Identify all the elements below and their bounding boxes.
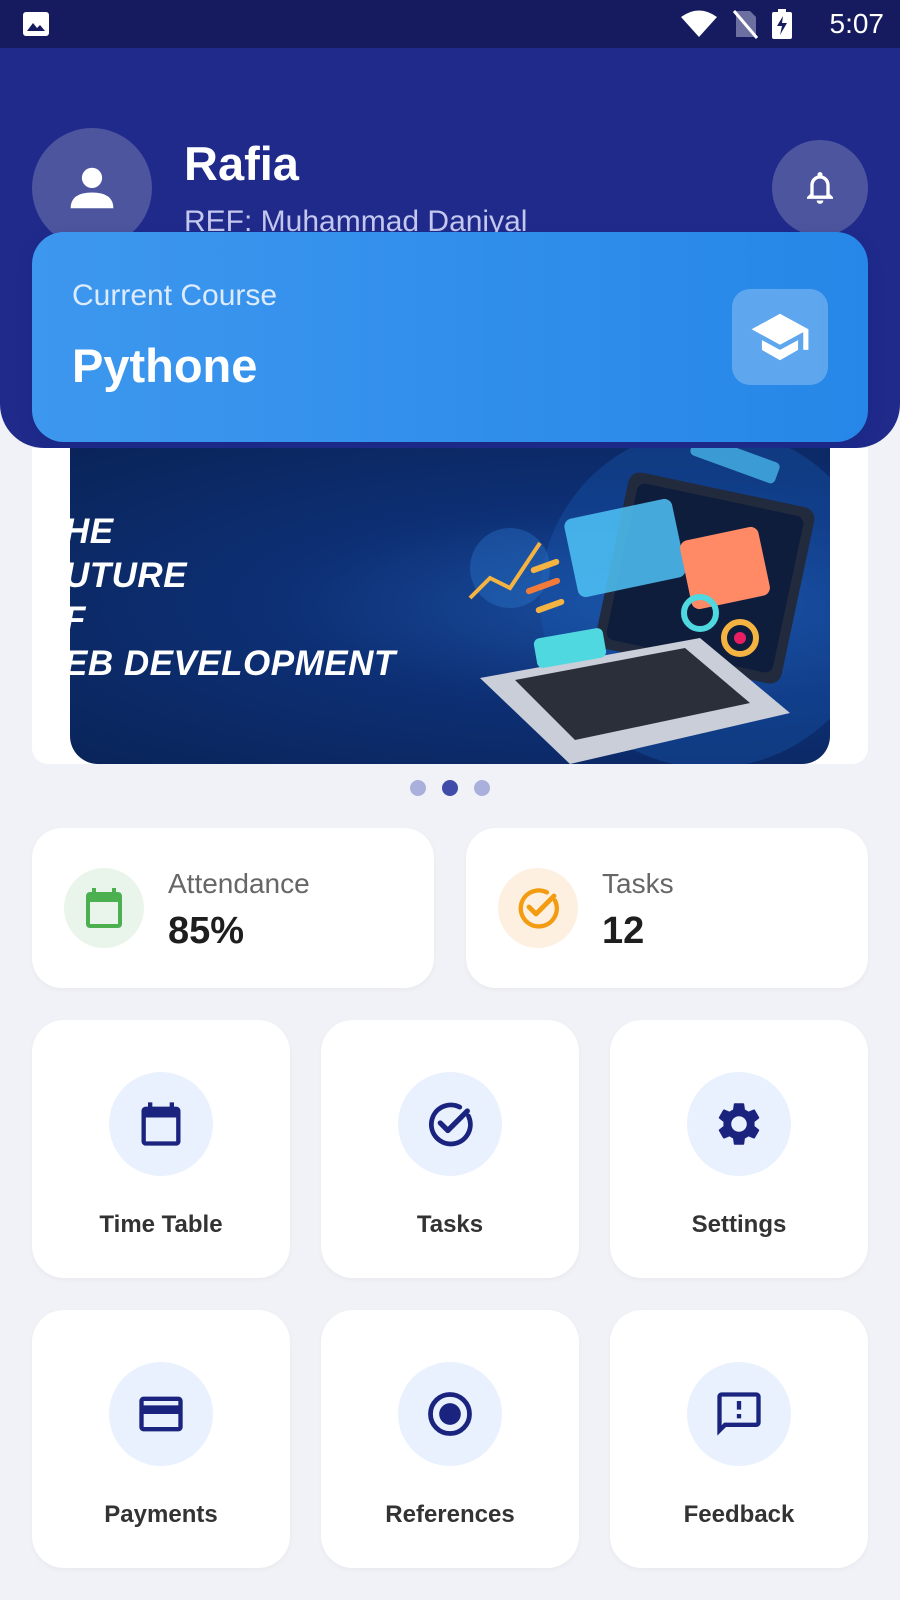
attendance-card[interactable]: Attendance 85% <box>32 828 434 988</box>
notifications-button[interactable] <box>772 140 868 236</box>
payments-tile[interactable]: Payments <box>32 1310 290 1568</box>
feedback-tile[interactable]: Feedback <box>610 1310 868 1568</box>
no-sim-icon <box>732 10 758 39</box>
tile-label: Time Table <box>99 1211 223 1238</box>
wifi-icon <box>681 10 717 37</box>
current-course-card[interactable]: Current Course Pythone <box>32 232 868 442</box>
carousel-dot-1[interactable] <box>410 780 426 796</box>
tile-label: Payments <box>104 1501 218 1528</box>
carousel-dot-2[interactable] <box>442 780 458 796</box>
time-table-tile[interactable]: Time Table <box>32 1020 290 1278</box>
feedback-icon <box>717 1392 761 1436</box>
attendance-label: Attendance <box>168 868 310 899</box>
feedback-icon-circle <box>687 1362 791 1466</box>
tasks-stat-card[interactable]: Tasks 12 <box>466 828 868 988</box>
tile-label: References <box>385 1501 515 1528</box>
user-name: Rafia <box>184 137 299 190</box>
carousel-indicator <box>0 780 900 796</box>
tile-label: Tasks <box>416 1211 484 1238</box>
carousel-dot-3[interactable] <box>474 780 490 796</box>
battery-charging-icon <box>772 9 792 39</box>
person-icon <box>70 167 114 209</box>
time-table-icon-circle <box>109 1072 213 1176</box>
tasks-icon-circle <box>398 1072 502 1176</box>
tile-label: Feedback <box>683 1501 795 1528</box>
course-name: Pythone <box>72 339 258 392</box>
course-icon-box <box>732 289 828 385</box>
attendance-value: 85% <box>168 910 245 952</box>
tile-label: Settings <box>691 1211 787 1238</box>
gear-icon <box>718 1103 760 1145</box>
gallery-notification-icon <box>23 12 49 36</box>
tasks-stat-value: 12 <box>602 910 645 952</box>
status-bar: 5:07 <box>0 0 900 48</box>
references-icon-circle <box>398 1362 502 1466</box>
credit-card-icon <box>139 1396 183 1432</box>
carousel-banner[interactable]: HE UTURE F EB DEVELOPMENT <box>70 448 830 764</box>
bell-icon <box>807 172 833 204</box>
calendar-icon <box>141 1102 181 1146</box>
tasks-tile[interactable]: Tasks <box>321 1020 579 1278</box>
radio-button-icon <box>428 1392 472 1436</box>
tasks-icon-circle <box>498 868 578 948</box>
settings-icon-circle <box>687 1072 791 1176</box>
calendar-icon <box>86 888 122 928</box>
banner-headline: HE UTURE F EB DEVELOPMENT <box>70 512 396 683</box>
status-time: 5:07 <box>829 8 885 39</box>
attendance-icon-circle <box>64 868 144 948</box>
course-label: Current Course <box>72 279 278 312</box>
payments-icon-circle <box>109 1362 213 1466</box>
task-check-icon <box>518 888 559 929</box>
status-icons <box>680 9 792 39</box>
references-tile[interactable]: References <box>321 1310 579 1568</box>
settings-tile[interactable]: Settings <box>610 1020 868 1278</box>
tasks-stat-label: Tasks <box>602 868 674 899</box>
graduation-cap-icon <box>751 313 809 361</box>
avatar[interactable] <box>32 128 152 248</box>
task-check-icon <box>428 1102 473 1147</box>
